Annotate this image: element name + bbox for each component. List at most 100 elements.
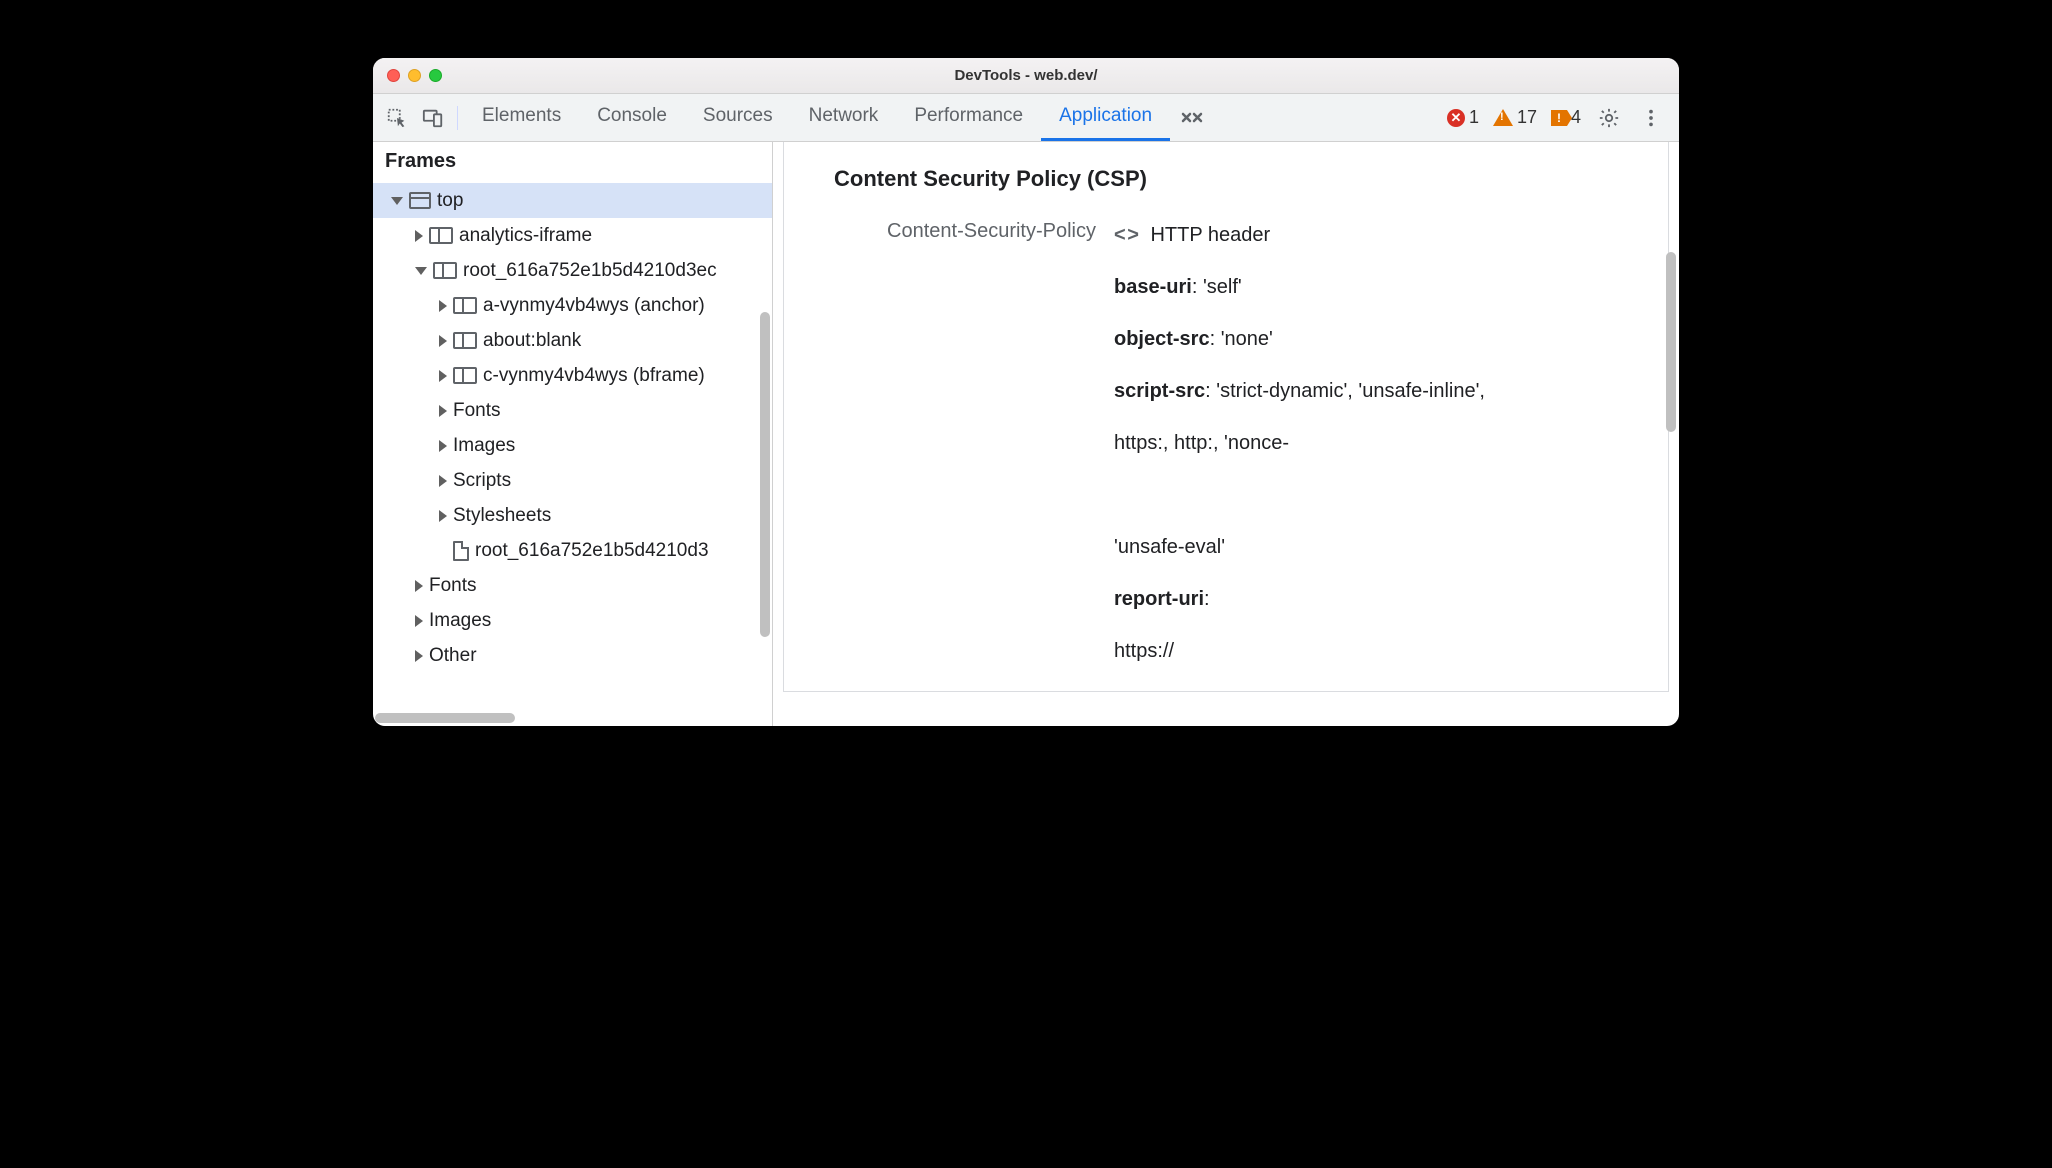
tree-item-label: about:blank: [483, 330, 581, 352]
policy-label: Content-Security-Policy: [834, 220, 1114, 243]
tab-sources[interactable]: Sources: [685, 94, 791, 141]
expand-arrow-icon[interactable]: [439, 300, 447, 312]
settings-icon[interactable]: [1591, 100, 1627, 136]
tree-item-label: analytics-iframe: [459, 225, 592, 247]
csp-directive: script-src: 'strict-dynamic', 'unsafe-in…: [1114, 376, 1485, 406]
policy-value: < > HTTP header base-uri: 'self' object-s…: [1114, 220, 1485, 666]
tree-item[interactable]: Stylesheets: [373, 498, 772, 533]
expand-arrow-icon[interactable]: [439, 440, 447, 452]
directive-name: base-uri: [1114, 276, 1192, 298]
directive-name: report-uri: [1114, 588, 1204, 610]
expand-arrow-icon[interactable]: [415, 650, 423, 662]
csp-directive: 'unsafe-eval': [1114, 532, 1485, 562]
collapse-arrow-icon[interactable]: [415, 267, 427, 275]
csp-directive: https://: [1114, 636, 1485, 666]
minimize-window-button[interactable]: [408, 69, 421, 82]
expand-arrow-icon[interactable]: [391, 197, 403, 205]
zoom-window-button[interactable]: [429, 69, 442, 82]
devtools-window: DevTools - web.dev/ Elements Console Sou…: [373, 58, 1679, 726]
tree-item[interactable]: Scripts: [373, 463, 772, 498]
tree-item[interactable]: Fonts: [373, 568, 772, 603]
panel-title: Content Security Policy (CSP): [834, 166, 1638, 192]
tree-item-label: Images: [453, 435, 515, 457]
tree-item-label: root_616a752e1b5d4210d3: [475, 540, 709, 562]
tree-item[interactable]: root_616a752e1b5d4210d3ec: [373, 253, 772, 288]
expand-arrow-icon[interactable]: [415, 230, 423, 242]
tree-item[interactable]: a-vynmy4vb4wys (anchor): [373, 288, 772, 323]
tree-item-label: Fonts: [453, 400, 501, 422]
delivery-text: HTTP header: [1150, 224, 1270, 246]
device-toolbar-icon[interactable]: [415, 100, 451, 136]
directive-value: 'self': [1203, 276, 1242, 298]
tree-item[interactable]: Fonts: [373, 393, 772, 428]
expand-arrow-icon[interactable]: [415, 615, 423, 627]
status-group: ✕ 1 17 ! 4: [1443, 100, 1673, 136]
code-icon: < >: [1114, 220, 1137, 250]
tab-elements[interactable]: Elements: [464, 94, 579, 141]
frames-tree: top analytics-iframe root_616a752e1b5d421…: [373, 183, 772, 726]
iframe-icon: [429, 227, 453, 244]
iframe-icon: [453, 297, 477, 314]
frames-sidebar: Frames top analytics-iframeroot_616a752e…: [373, 142, 773, 726]
expand-arrow-icon[interactable]: [439, 370, 447, 382]
iframe-icon: [453, 332, 477, 349]
issues-icon: !: [1551, 110, 1567, 126]
tree-item[interactable]: analytics-iframe: [373, 218, 772, 253]
issues-count: 4: [1571, 107, 1581, 128]
iframe-icon: [453, 367, 477, 384]
expand-arrow-icon[interactable]: [439, 510, 447, 522]
directive-value: 'none': [1221, 328, 1273, 350]
tree-item-label: Images: [429, 610, 491, 632]
devtools-toolbar: Elements Console Sources Network Perform…: [373, 94, 1679, 142]
main-content: Content Security Policy (CSP) Content-Se…: [773, 142, 1679, 726]
directive-name: object-src: [1114, 328, 1210, 350]
tree-item-label: Scripts: [453, 470, 511, 492]
warnings-badge[interactable]: 17: [1489, 107, 1541, 128]
expand-arrow-icon[interactable]: [415, 580, 423, 592]
directive-name: script-src: [1114, 380, 1205, 402]
inspect-element-icon[interactable]: [379, 100, 415, 136]
tree-item-label: Other: [429, 645, 477, 667]
tree-item-label: c-vynmy4vb4wys (bframe): [483, 365, 705, 387]
frame-icon: [409, 192, 431, 209]
expand-arrow-icon[interactable]: [439, 475, 447, 487]
errors-badge[interactable]: ✕ 1: [1443, 107, 1483, 128]
warnings-count: 17: [1517, 107, 1537, 128]
sidebar-vertical-scrollbar[interactable]: [760, 312, 770, 637]
directive-value: [1114, 484, 1120, 506]
csp-directive: [1114, 480, 1485, 510]
tree-item[interactable]: Images: [373, 603, 772, 638]
tree-item[interactable]: Images: [373, 428, 772, 463]
tree-item[interactable]: c-vynmy4vb4wys (bframe): [373, 358, 772, 393]
csp-policy-row: Content-Security-Policy < > HTTP header …: [834, 220, 1638, 666]
close-window-button[interactable]: [387, 69, 400, 82]
window-title: DevTools - web.dev/: [373, 67, 1679, 84]
sidebar-horizontal-scrollbar[interactable]: [375, 713, 515, 723]
tree-item[interactable]: about:blank: [373, 323, 772, 358]
csp-panel: Content Security Policy (CSP) Content-Se…: [783, 142, 1669, 692]
tree-item-label: root_616a752e1b5d4210d3ec: [463, 260, 717, 282]
csp-directive: report-uri:: [1114, 584, 1485, 614]
more-tabs-button[interactable]: [1170, 94, 1214, 141]
tab-performance[interactable]: Performance: [896, 94, 1041, 141]
panel-body: Frames top analytics-iframeroot_616a752e…: [373, 142, 1679, 726]
csp-directive: object-src: 'none': [1114, 324, 1485, 354]
tree-item-top[interactable]: top: [373, 183, 772, 218]
iframe-icon: [433, 262, 457, 279]
tree-item[interactable]: root_616a752e1b5d4210d3: [373, 533, 772, 568]
panel-tabs: Elements Console Sources Network Perform…: [464, 94, 1214, 141]
tree-item-label: Stylesheets: [453, 505, 551, 527]
traffic-lights: [373, 69, 442, 82]
tree-item-label: top: [437, 190, 463, 212]
csp-directive: base-uri: 'self': [1114, 272, 1485, 302]
tab-application[interactable]: Application: [1041, 94, 1170, 141]
tab-network[interactable]: Network: [791, 94, 897, 141]
expand-arrow-icon[interactable]: [439, 405, 447, 417]
expand-arrow-icon[interactable]: [439, 335, 447, 347]
tree-item[interactable]: Other: [373, 638, 772, 673]
issues-badge[interactable]: ! 4: [1547, 107, 1585, 128]
kebab-menu-icon[interactable]: [1633, 100, 1669, 136]
main-vertical-scrollbar[interactable]: [1666, 252, 1676, 432]
tab-console[interactable]: Console: [579, 94, 685, 141]
directive-value: https:, http:, 'nonce-: [1114, 432, 1289, 454]
